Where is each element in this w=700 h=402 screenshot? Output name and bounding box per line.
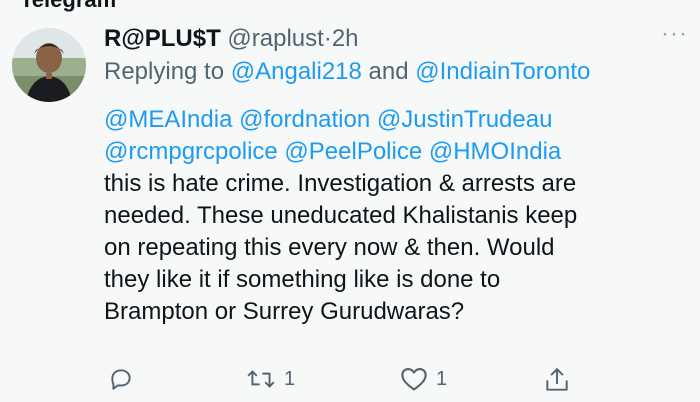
timestamp[interactable]: 2h	[332, 25, 359, 52]
mention-link[interactable]: @IndiainToronto	[415, 58, 590, 85]
retweet-icon	[247, 370, 275, 388]
avatar-image	[12, 28, 86, 102]
replying-and: and	[368, 58, 409, 85]
replying-prefix: Replying to	[104, 58, 225, 85]
tweet-text-line: Brampton or Surrey Gurudwaras?	[104, 298, 465, 325]
like-count: 1	[436, 367, 448, 390]
tweet-text-line: needed. These uneducated Khalistanis kee…	[104, 202, 578, 229]
display-name[interactable]: R@PLU$T	[104, 25, 221, 52]
reply-button[interactable]	[108, 366, 142, 392]
mention-link[interactable]: @rcmpgrcpolice	[104, 138, 278, 165]
tweet-body: @MEAIndia @fordnation @JustinTrudeau @rc…	[104, 104, 684, 328]
mentions-line: @rcmpgrcpolice @PeelPolice @HMOIndia	[104, 136, 684, 168]
retweet-count: 1	[284, 367, 296, 390]
tweet-text-line: they like it if something like is done t…	[104, 266, 501, 293]
telegram-watermark: Telegram	[20, 0, 116, 13]
tweet-text-line: on repeating this every now & then. Woul…	[104, 234, 555, 261]
separator: ·	[323, 25, 332, 52]
mention-link[interactable]: @MEAIndia	[104, 106, 232, 133]
more-icon[interactable]: ···	[661, 20, 688, 48]
tweet-text-line: this is hate crime. Investigation & arre…	[104, 170, 577, 197]
like-icon	[401, 368, 427, 391]
retweet-button[interactable]: 1	[246, 366, 295, 392]
mentions-line: @MEAIndia @fordnation @JustinTrudeau	[104, 104, 684, 136]
tweet-header: R@PLU$T @raplust·2h	[104, 22, 684, 56]
share-button[interactable]	[544, 366, 570, 394]
mention-link[interactable]: @fordnation	[239, 106, 370, 133]
like-button[interactable]: 1	[400, 366, 447, 392]
handle[interactable]: @raplust	[227, 25, 323, 52]
mention-link[interactable]: @HMOIndia	[429, 138, 561, 165]
mention-link[interactable]: @Angali218	[231, 58, 362, 85]
mention-link[interactable]: @JustinTrudeau	[377, 106, 553, 133]
avatar[interactable]	[12, 28, 86, 102]
reply-icon	[111, 369, 131, 390]
mention-link[interactable]: @PeelPolice	[284, 138, 422, 165]
action-bar: 1 1	[104, 366, 584, 402]
replying-to: Replying to @Angali218 and @IndiainToron…	[104, 56, 590, 88]
share-icon	[546, 368, 568, 391]
